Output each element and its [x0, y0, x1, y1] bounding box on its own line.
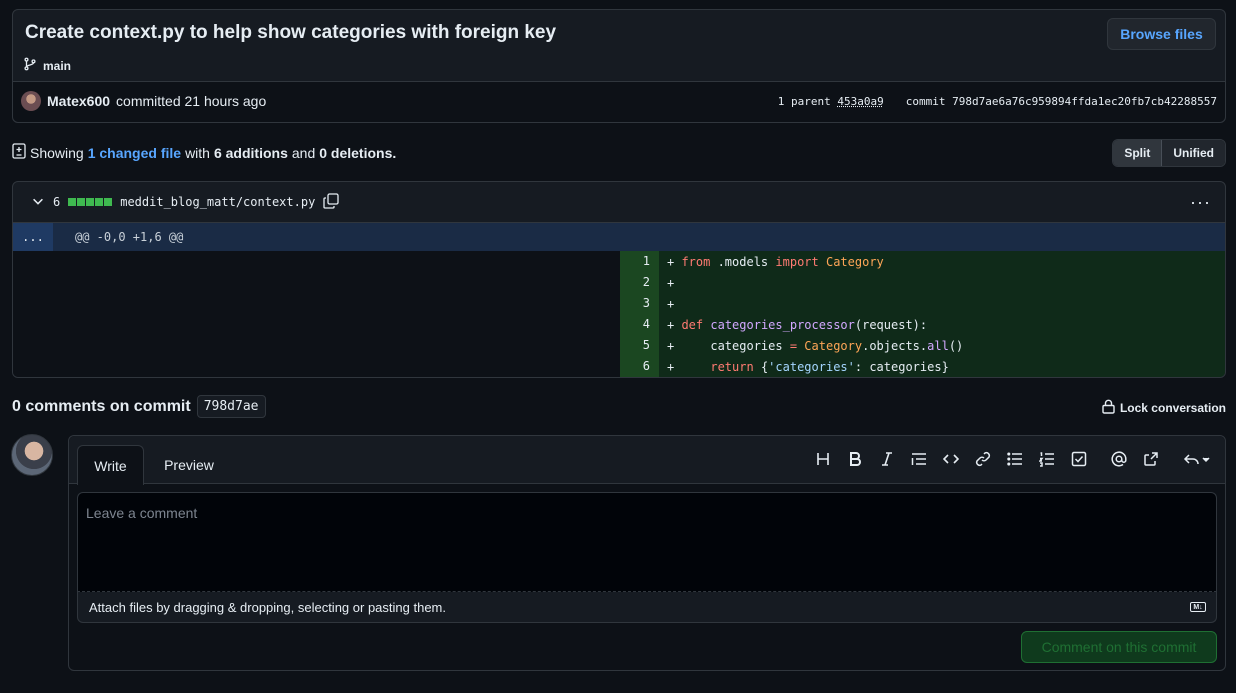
diff-body: 1 + from .models import Category 2 + 3 +…: [13, 251, 1225, 377]
attach-files-label: Attach files by dragging & dropping, sel…: [89, 599, 446, 615]
markdown-toolbar: [815, 450, 1211, 468]
line-number[interactable]: 6: [620, 356, 659, 377]
comment-textarea[interactable]: Leave a comment: [77, 492, 1217, 592]
hunk-range: @@ -0,0 +1,6 @@: [75, 230, 184, 244]
attach-files-area[interactable]: Attach files by dragging & dropping, sel…: [77, 592, 1217, 623]
parent-sha-link[interactable]: 453a0a9: [837, 95, 883, 108]
task-list-icon[interactable]: [1071, 450, 1087, 468]
commit-header: Create context.py to help show categorie…: [12, 9, 1226, 123]
code-line: + def categories_processor(request):: [667, 317, 928, 332]
kebab-menu-icon[interactable]: ···: [1190, 192, 1211, 213]
expand-hunk-button[interactable]: ...: [13, 223, 53, 251]
current-user-avatar[interactable]: [11, 434, 53, 476]
diff-line: 3 +: [620, 293, 1225, 314]
unordered-list-icon[interactable]: [1007, 450, 1023, 468]
branch-name: main: [43, 58, 72, 73]
quote-icon[interactable]: [911, 450, 927, 468]
branch-link[interactable]: main: [23, 57, 71, 74]
reference-icon[interactable]: [1143, 450, 1159, 468]
comments-count-label: 0 comments on commit: [12, 397, 191, 415]
commit-sha-badge: 798d7ae: [196, 395, 266, 418]
line-number[interactable]: 3: [620, 293, 659, 314]
commit-info: commit 798d7ae6a76c959894ffda1ec20fb7cb4…: [906, 95, 1217, 108]
diff-view-toggle: Split Unified: [1112, 139, 1226, 167]
lock-label: Lock conversation: [1119, 401, 1226, 415]
file-diff: 6 meddit_blog_matt/context.py ··· ... @@…: [12, 181, 1226, 378]
code-line: + from .models import Category: [667, 254, 884, 269]
parent-info: 1 parent 453a0a9: [778, 95, 884, 108]
deletions-count: 0 deletions.: [319, 144, 397, 161]
commit-title-section: Create context.py to help show categorie…: [13, 10, 1225, 82]
tab-preview[interactable]: Preview: [153, 445, 225, 485]
diff-line: 4 + def categories_processor(request):: [620, 314, 1225, 335]
italic-icon[interactable]: [879, 450, 895, 468]
commit-sha: 798d7ae6a76c959894ffda1ec20fb7cb42288557: [952, 95, 1217, 108]
additions-count: 6 additions: [213, 144, 288, 161]
file-header: 6 meddit_blog_matt/context.py ···: [13, 182, 1225, 223]
lock-icon: [1102, 399, 1115, 417]
diff-right-pane: 1 + from .models import Category 2 + 3 +…: [620, 251, 1225, 377]
link-icon[interactable]: [975, 450, 991, 468]
lock-conversation-button[interactable]: Lock conversation: [1102, 399, 1226, 417]
line-number[interactable]: 4: [620, 314, 659, 335]
diffstat-bar: [68, 198, 113, 206]
copy-icon[interactable]: [323, 192, 339, 212]
author-name[interactable]: Matex600: [47, 93, 110, 109]
undo-icon[interactable]: [1183, 450, 1211, 468]
with-label: with: [185, 144, 210, 161]
and-label: and: [291, 144, 316, 161]
diff-summary: Showing 1 changed file with 6 additions …: [12, 143, 396, 162]
sha-info: 1 parent 453a0a9 commit 798d7ae6a76c9598…: [778, 95, 1217, 108]
file-diff-icon: [12, 143, 26, 162]
changed-files-link[interactable]: 1 changed file: [88, 145, 181, 161]
diff-line: 1 + from .models import Category: [620, 251, 1225, 272]
ordered-list-icon[interactable]: [1039, 450, 1055, 468]
heading-icon[interactable]: [815, 450, 831, 468]
line-number[interactable]: 5: [620, 335, 659, 356]
commit-author: Matex600 committed 21 hours ago: [21, 91, 266, 111]
mention-icon[interactable]: [1111, 450, 1127, 468]
commit-title: Create context.py to help show categorie…: [25, 22, 557, 43]
diff-line: 2 +: [620, 272, 1225, 293]
tab-write[interactable]: Write: [77, 445, 144, 485]
code-line: +: [667, 296, 675, 311]
diff-line: 5 + categories = Category.objects.all(): [620, 335, 1225, 356]
line-number[interactable]: 1: [620, 251, 659, 272]
parent-label: 1 parent: [777, 95, 831, 108]
file-path[interactable]: meddit_blog_matt/context.py: [120, 195, 315, 209]
split-view-button[interactable]: Split: [1113, 140, 1163, 166]
unified-view-button[interactable]: Unified: [1162, 140, 1225, 166]
commit-time: committed 21 hours ago: [116, 93, 267, 109]
editor-header: Write Preview: [69, 436, 1225, 485]
comment-submit-button[interactable]: Comment on this commit: [1021, 631, 1217, 663]
hunk-header: ... @@ -0,0 +1,6 @@: [13, 223, 1225, 251]
line-number[interactable]: 2: [620, 272, 659, 293]
file-change-count: 6: [53, 195, 61, 209]
commit-meta: Matex600 committed 21 hours ago 1 parent…: [13, 82, 1225, 122]
markdown-icon[interactable]: M↓: [1190, 602, 1206, 612]
diff-line: 6 + return {'categories': categories}: [620, 356, 1225, 377]
code-line: +: [667, 275, 675, 290]
browse-files-button[interactable]: Browse files: [1107, 18, 1216, 50]
author-avatar[interactable]: [21, 91, 41, 111]
comment-editor: Write Preview Leave a comment Attach fil…: [68, 435, 1226, 671]
showing-label: Showing: [30, 144, 84, 161]
git-branch-icon: [23, 57, 37, 74]
code-line: + return {'categories': categories}: [667, 359, 949, 374]
diff-left-pane: [13, 251, 620, 377]
comments-heading: 0 comments on commit 798d7ae: [12, 395, 266, 418]
commit-label: commit: [905, 95, 946, 108]
code-line: + categories = Category.objects.all(): [667, 338, 964, 353]
bold-icon[interactable]: [847, 450, 863, 468]
chevron-down-icon[interactable]: [31, 194, 45, 211]
code-icon[interactable]: [943, 450, 959, 468]
